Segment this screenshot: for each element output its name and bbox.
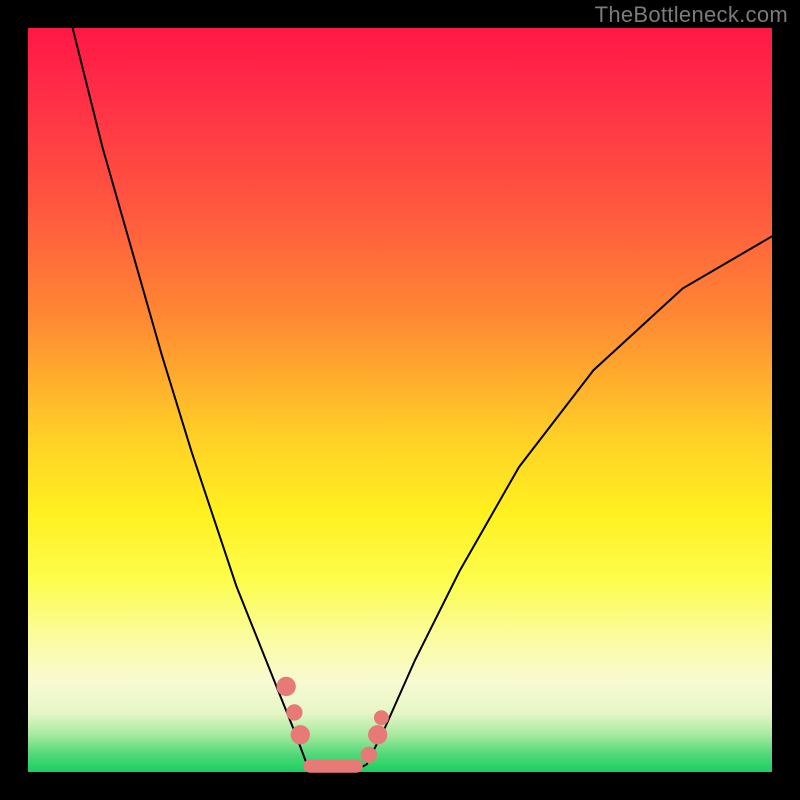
chart-plot-area [28, 28, 772, 772]
curve-marker-0 [277, 677, 296, 696]
curve-marker-1 [286, 704, 302, 720]
chart-marker-group [277, 677, 389, 773]
curve-marker-2 [291, 725, 310, 744]
chart-svg [28, 28, 772, 772]
curve-marker-5 [374, 710, 389, 725]
chart-curve-group [73, 28, 772, 770]
curve-marker-3 [361, 747, 377, 763]
bottleneck-curve [73, 28, 772, 770]
chart-frame: TheBottleneck.com [0, 0, 800, 800]
curve-marker-4 [368, 725, 387, 744]
valley-floor-marker [303, 759, 363, 772]
watermark-text: TheBottleneck.com [595, 2, 788, 28]
